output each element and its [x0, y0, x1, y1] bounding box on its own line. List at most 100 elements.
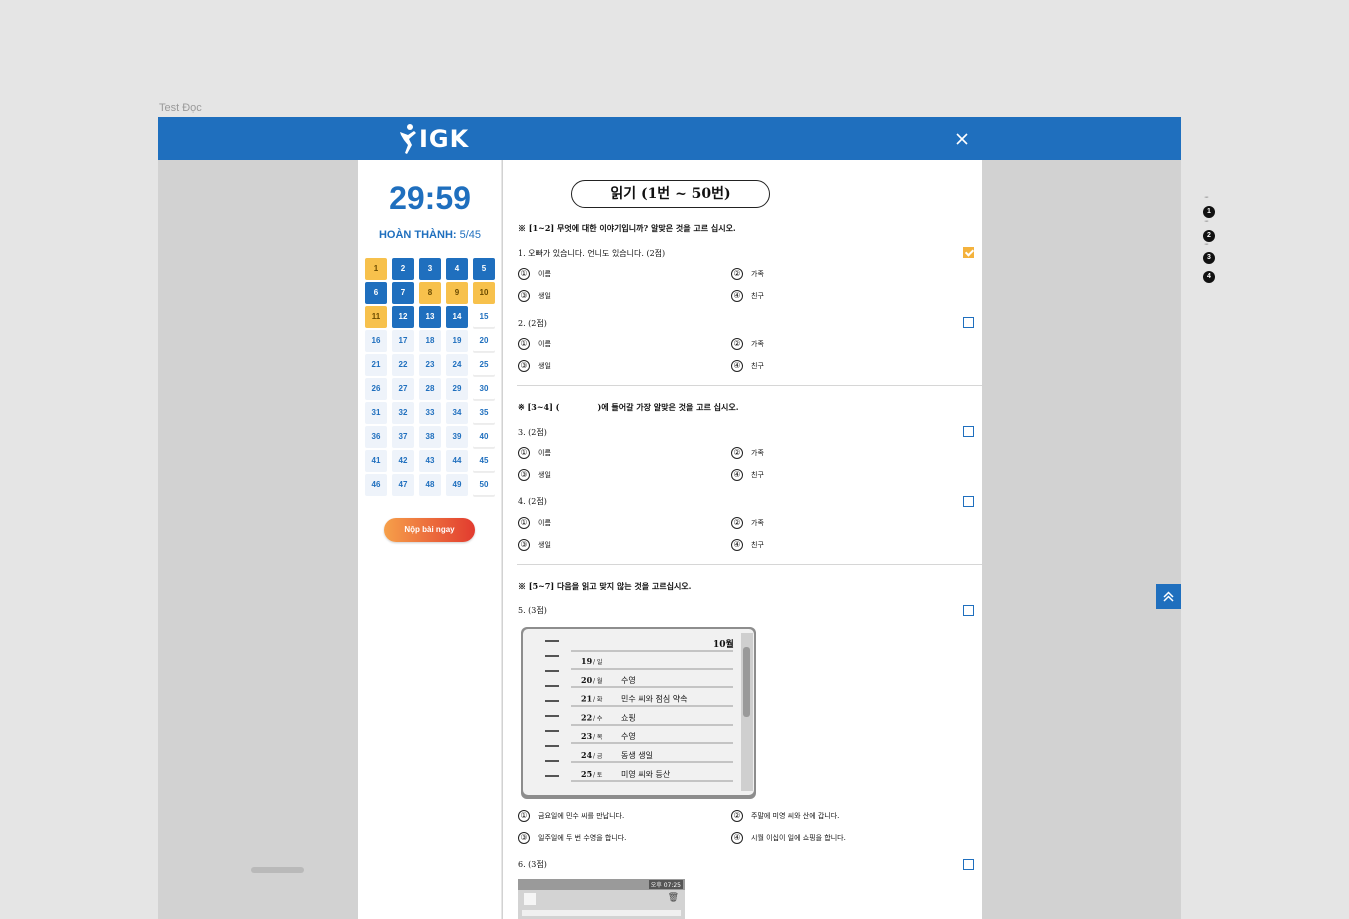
diary-day: / 토 — [593, 772, 603, 779]
question-nav-33[interactable]: 33 — [419, 402, 441, 424]
question-nav-25[interactable]: 25 — [473, 354, 495, 376]
question-4-check[interactable] — [963, 496, 974, 507]
option[interactable]: ④ 시월 이십이 일에 쇼핑을 합니다. — [731, 832, 846, 844]
option[interactable]: ③ 생일 — [518, 469, 551, 481]
pager-dot-4[interactable]: 4 — [1203, 271, 1215, 283]
question-nav-42[interactable]: 42 — [392, 450, 414, 472]
question-nav-35[interactable]: 35 — [473, 402, 495, 424]
option[interactable]: ④ 친구 — [731, 469, 764, 481]
question-nav-40[interactable]: 40 — [473, 426, 495, 448]
question-nav-31[interactable]: 31 — [365, 402, 387, 424]
option[interactable]: ② 가족 — [731, 447, 764, 459]
question-nav-43[interactable]: 43 — [419, 450, 441, 472]
question-nav-26[interactable]: 26 — [365, 378, 387, 400]
option[interactable]: ① 이름 — [518, 517, 551, 529]
option[interactable]: ③ 생일 — [518, 539, 551, 551]
submit-button[interactable]: Nộp bài ngay — [384, 518, 475, 542]
question-nav-17[interactable]: 17 — [392, 330, 414, 352]
question-nav-50[interactable]: 50 — [473, 474, 495, 496]
option[interactable]: ④ 친구 — [731, 539, 764, 551]
question-nav-27[interactable]: 27 — [392, 378, 414, 400]
question-nav-11[interactable]: 11 — [365, 306, 387, 328]
question-nav-20[interactable]: 20 — [473, 330, 495, 352]
question-nav-19[interactable]: 19 — [446, 330, 468, 352]
question-nav-45[interactable]: 45 — [473, 450, 495, 472]
question-4-title: 4. (2점) — [518, 497, 547, 506]
question-nav-47[interactable]: 47 — [392, 474, 414, 496]
back-to-top-button[interactable] — [1156, 584, 1181, 609]
progress-value: 5/45 — [459, 229, 482, 241]
question-nav-15[interactable]: 15 — [473, 306, 495, 328]
option[interactable]: ③ 일주일에 두 번 수영을 합니다. — [518, 832, 626, 844]
question-nav-41[interactable]: 41 — [365, 450, 387, 472]
question-nav-38[interactable]: 38 — [419, 426, 441, 448]
question-nav-29[interactable]: 29 — [446, 378, 468, 400]
question-nav-10[interactable]: 10 — [473, 282, 495, 304]
question-3-check[interactable] — [963, 426, 974, 437]
section-title: 읽기 (1번 ~ 50번) — [571, 180, 770, 208]
close-button[interactable] — [952, 129, 972, 149]
question-nav-22[interactable]: 22 — [392, 354, 414, 376]
question-nav-7[interactable]: 7 — [392, 282, 414, 304]
option[interactable]: ② 주말에 미영 씨와 산에 갑니다. — [731, 810, 839, 822]
question-nav-2[interactable]: 2 — [392, 258, 414, 280]
question-6-check[interactable] — [963, 859, 974, 870]
option-text: 이름 — [538, 519, 551, 527]
diary-date: 24 — [581, 750, 593, 760]
question-nav-8[interactable]: 8 — [419, 282, 441, 304]
question-nav-24[interactable]: 24 — [446, 354, 468, 376]
instruction-5-7: ※ [5~7] 다음을 읽고 맞지 않는 것을 고르십시오. — [518, 581, 692, 591]
option-text: 친구 — [751, 541, 764, 549]
question-nav-9[interactable]: 9 — [446, 282, 468, 304]
option[interactable]: ④ 친구 — [731, 290, 764, 302]
question-5-check[interactable] — [963, 605, 974, 616]
pager-dot-1[interactable]: 1 — [1203, 206, 1215, 218]
question-nav-1[interactable]: 1 — [365, 258, 387, 280]
question-nav-46[interactable]: 46 — [365, 474, 387, 496]
option[interactable]: ① 금요일에 민수 씨를 만납니다. — [518, 810, 624, 822]
question-nav-36[interactable]: 36 — [365, 426, 387, 448]
option[interactable]: ③ 생일 — [518, 290, 551, 302]
option-text: 생일 — [538, 292, 551, 300]
option-text: 가족 — [751, 340, 764, 348]
question-nav-39[interactable]: 39 — [446, 426, 468, 448]
pager-dot-3[interactable]: 3 — [1203, 252, 1215, 264]
question-nav-30[interactable]: 30 — [473, 378, 495, 400]
question-2-check[interactable] — [963, 317, 974, 328]
question-nav-48[interactable]: 48 — [419, 474, 441, 496]
question-nav-16[interactable]: 16 — [365, 330, 387, 352]
question-nav-3[interactable]: 3 — [419, 258, 441, 280]
question-2-title: 2. (2점) — [518, 319, 547, 328]
question-nav-44[interactable]: 44 — [446, 450, 468, 472]
option[interactable]: ① 이름 — [518, 338, 551, 350]
question-nav-4[interactable]: 4 — [446, 258, 468, 280]
question-nav-37[interactable]: 37 — [392, 426, 414, 448]
question-1-check[interactable] — [963, 247, 974, 258]
instruction-part: ※ [3~4] ( — [518, 402, 560, 412]
option[interactable]: ② 가족 — [731, 268, 764, 280]
question-nav-18[interactable]: 18 — [419, 330, 441, 352]
diary-day: / 화 — [593, 697, 603, 704]
phone-avatar-icon — [524, 893, 536, 905]
horizontal-scrollbar[interactable] — [251, 867, 304, 873]
question-nav-6[interactable]: 6 — [365, 282, 387, 304]
option[interactable]: ① 이름 — [518, 268, 551, 280]
option[interactable]: ④ 친구 — [731, 360, 764, 372]
question-1-title: 1. 오빠가 있습니다. 언니도 있습니다. (2점) — [518, 249, 666, 258]
question-nav-14[interactable]: 14 — [446, 306, 468, 328]
diary-entry: 수영 — [621, 675, 636, 685]
question-nav-32[interactable]: 32 — [392, 402, 414, 424]
question-nav-12[interactable]: 12 — [392, 306, 414, 328]
option[interactable]: ② 가족 — [731, 517, 764, 529]
question-nav-34[interactable]: 34 — [446, 402, 468, 424]
question-nav-21[interactable]: 21 — [365, 354, 387, 376]
option[interactable]: ① 이름 — [518, 447, 551, 459]
question-nav-23[interactable]: 23 — [419, 354, 441, 376]
question-nav-28[interactable]: 28 — [419, 378, 441, 400]
question-nav-5[interactable]: 5 — [473, 258, 495, 280]
option-text: 시월 이십이 일에 쇼핑을 합니다. — [751, 834, 846, 842]
option[interactable]: ② 가족 — [731, 338, 764, 350]
question-nav-13[interactable]: 13 — [419, 306, 441, 328]
option[interactable]: ③ 생일 — [518, 360, 551, 372]
question-nav-49[interactable]: 49 — [446, 474, 468, 496]
